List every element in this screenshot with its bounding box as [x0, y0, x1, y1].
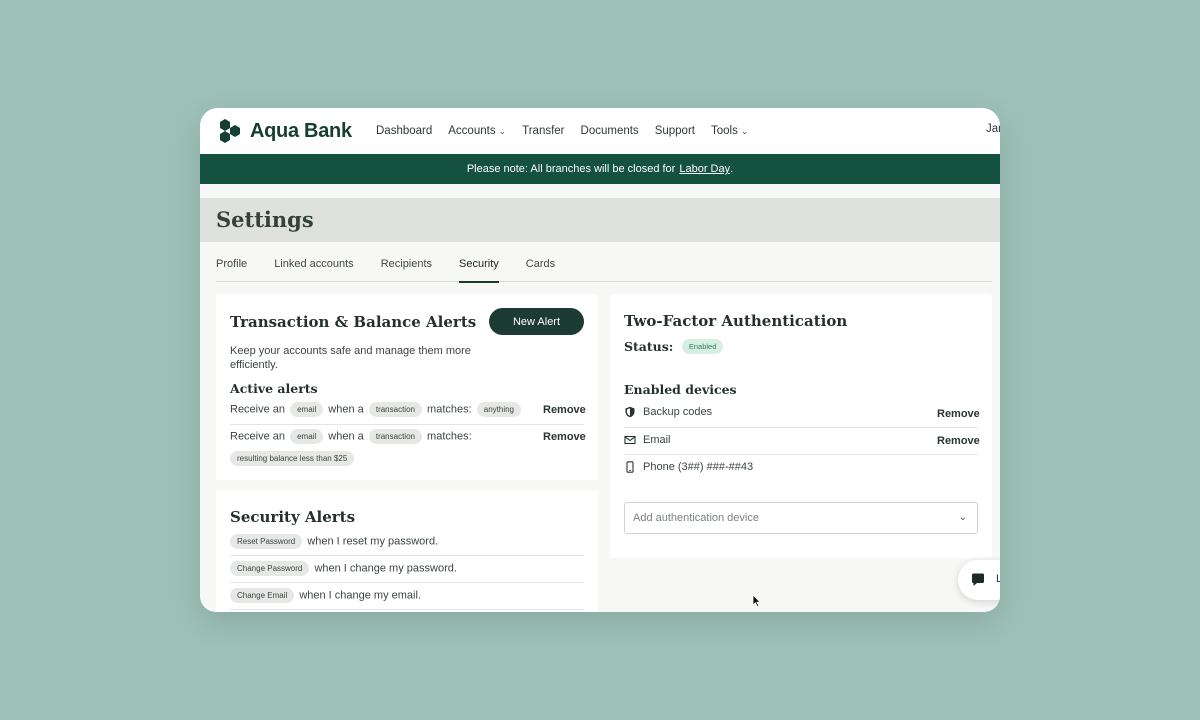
channel-chip: email: [290, 429, 324, 444]
nav-dashboard[interactable]: Dashboard: [376, 125, 432, 137]
nav-label: Documents: [580, 125, 639, 137]
hexagon-logo-icon: [220, 119, 240, 143]
remove-device-button[interactable]: Remove: [937, 408, 980, 420]
nav-accounts[interactable]: Accounts ⌄: [448, 125, 506, 137]
add-authentication-device-select[interactable]: Add authentication device ⌄: [624, 502, 978, 534]
nav-label: Accounts: [448, 125, 496, 137]
tab-profile[interactable]: Profile: [216, 254, 247, 282]
alert-text: when I change my email.: [299, 589, 421, 602]
alert-text: Receive an: [230, 403, 286, 416]
type-chip: transaction: [368, 429, 422, 444]
condition-chip: resulting balance less than $25: [230, 451, 355, 467]
divider: [230, 555, 584, 556]
mouse-cursor-icon: [752, 594, 762, 608]
remove-alert-button[interactable]: Remove: [543, 431, 586, 443]
security-alert-row: Change Email when I change my email.: [228, 588, 421, 603]
type-chip: transaction: [368, 402, 422, 417]
app-window: Aqua Bank Dashboard Accounts ⌄ Transfer D…: [200, 108, 1000, 612]
phone-icon: [626, 461, 634, 473]
nav-transfer[interactable]: Transfer: [522, 125, 564, 137]
brand-logo[interactable]: Aqua Bank: [216, 117, 352, 145]
nav-label: Transfer: [522, 125, 565, 137]
status-line: Status: Enabled: [624, 338, 724, 356]
card-title: Two-Factor Authentication: [624, 312, 848, 330]
event-chip: Change Email: [230, 588, 295, 603]
brand-name: Aqua Bank: [250, 119, 352, 142]
security-alert-row: Change Password when I change my passwor…: [228, 561, 457, 576]
divider: [624, 427, 978, 428]
nav-label: Support: [654, 125, 695, 137]
alert-text: when a: [328, 403, 364, 416]
settings-tabs: Profile Linked accounts Recipients Secur…: [216, 254, 992, 283]
settings-header: Settings: [200, 198, 1000, 242]
page-title: Settings: [216, 207, 314, 232]
tab-security[interactable]: Security: [459, 254, 499, 283]
user-menu[interactable]: Jar: [986, 123, 1000, 135]
nav-label: Dashboard: [376, 125, 433, 137]
tab-recipients[interactable]: Recipients: [381, 254, 432, 282]
security-alerts-card: Security Alerts Reset Password when I re…: [216, 490, 598, 612]
alert-text: matches:: [427, 403, 472, 416]
shield-icon: [625, 406, 635, 418]
chat-label: L: [996, 573, 1000, 585]
event-chip: Change Password: [230, 561, 310, 576]
event-chip: Reset Password: [230, 534, 303, 549]
main-nav: Dashboard Accounts ⌄ Transfer Documents S…: [376, 108, 764, 154]
divider: [230, 424, 584, 425]
tab-cards[interactable]: Cards: [526, 254, 555, 282]
chat-icon: [972, 573, 984, 586]
enabled-devices-heading: Enabled devices: [624, 382, 737, 397]
nav-support[interactable]: Support: [655, 125, 695, 137]
mail-icon: [624, 435, 636, 445]
status-badge: Enabled: [681, 339, 724, 355]
chat-launcher[interactable]: L: [958, 560, 1000, 600]
banner-text: Please note: All branches will be closed…: [466, 163, 676, 175]
two-factor-card: Two-Factor Authentication Status: Enable…: [610, 294, 992, 558]
nav-label: Tools: [710, 125, 738, 137]
alert-row: Receive an email when a transaction matc…: [230, 429, 472, 444]
card-description: Keep your accounts safe and manage them …: [230, 345, 471, 371]
banner-suffix: .: [730, 163, 734, 175]
divider: [230, 609, 584, 610]
alert-text: when a: [328, 430, 364, 443]
alert-row: Receive an email when a transaction matc…: [230, 402, 523, 417]
device-label: Phone (3##) ###-##43: [643, 461, 754, 473]
select-placeholder: Add authentication device: [633, 512, 759, 524]
alert-text: matches:: [427, 430, 472, 443]
remove-device-button[interactable]: Remove: [937, 435, 980, 447]
transaction-alerts-card: Transaction & Balance Alerts New Alert K…: [216, 294, 598, 480]
card-title: Security Alerts: [230, 508, 356, 526]
security-alert-row: Reset Password when I reset my password.: [228, 534, 438, 549]
nav-tools[interactable]: Tools ⌄: [711, 125, 748, 137]
chevron-down-icon: ⌄: [498, 125, 507, 136]
alert-text: when I reset my password.: [307, 535, 439, 548]
top-navigation-bar: Aqua Bank Dashboard Accounts ⌄ Transfer D…: [200, 108, 1000, 154]
device-backup-codes: Backup codes: [624, 406, 712, 418]
condition-chip: anything: [476, 402, 521, 417]
chevron-down-icon: ⌄: [740, 125, 749, 136]
active-alerts-heading: Active alerts: [230, 381, 318, 396]
channel-chip: email: [290, 402, 324, 417]
device-label: Backup codes: [643, 406, 713, 418]
remove-alert-button[interactable]: Remove: [543, 404, 586, 416]
notice-banner: Please note: All branches will be closed…: [200, 154, 1000, 184]
alert-condition: resulting balance less than $25: [228, 450, 356, 468]
tab-linked-accounts[interactable]: Linked accounts: [274, 254, 354, 282]
alert-text: when I change my password.: [314, 562, 457, 575]
chevron-down-icon: ⌄: [958, 512, 967, 523]
divider: [230, 582, 584, 583]
alert-text: Receive an: [230, 430, 286, 443]
card-title: Transaction & Balance Alerts: [230, 313, 477, 331]
device-email: Email: [624, 434, 671, 446]
status-label: Status:: [624, 339, 674, 354]
device-phone: Phone (3##) ###-##43: [624, 461, 753, 473]
device-label: Email: [643, 434, 671, 446]
labor-day-link[interactable]: Labor Day: [679, 163, 730, 175]
nav-documents[interactable]: Documents: [581, 125, 639, 137]
new-alert-button[interactable]: New Alert: [489, 308, 584, 335]
divider: [624, 454, 978, 455]
